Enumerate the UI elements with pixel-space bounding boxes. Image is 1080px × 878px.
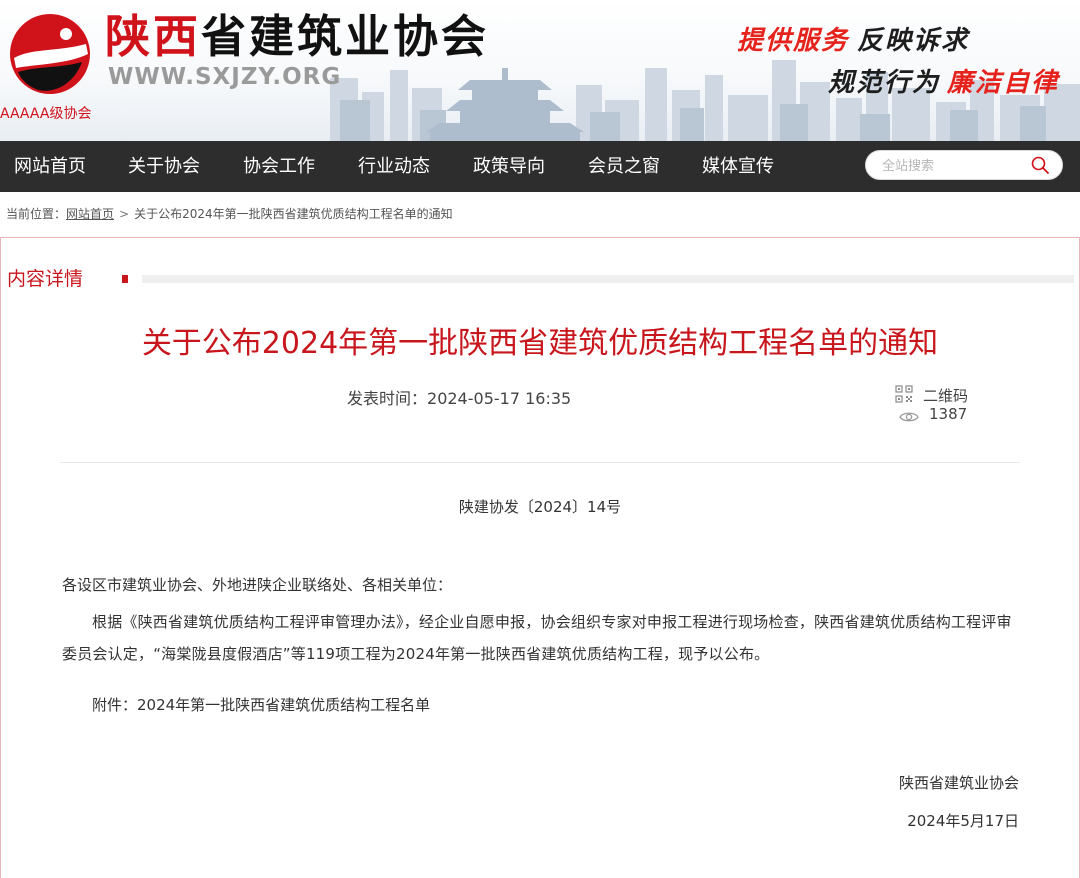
- breadcrumb-label: 当前位置：: [6, 207, 67, 221]
- article-salutation: 各设区市建筑业协会、外地进陕企业联络处、各相关单位：: [62, 576, 453, 594]
- view-count-icon: [899, 412, 919, 422]
- nav-item-industry-news[interactable]: 行业动态: [358, 141, 430, 192]
- article-body-paragraph: 根据《陕西省建筑优质结构工程评审管理办法》，经企业自愿申报，协会组织专家对申报工…: [62, 613, 1012, 663]
- site-header: 陕西省建筑业协会 WWW.SXJZY.ORG AAAAA级协会 提供服务 反映诉…: [0, 0, 1080, 141]
- breadcrumb: 当前位置：网站首页 > 关于公布2024年第一批陕西省建筑优质结构工程名单的通知: [6, 205, 453, 222]
- publish-time-label: 发表时间：: [347, 389, 428, 408]
- site-name-red: 陕西: [105, 10, 202, 63]
- qr-code-label[interactable]: 二维码: [923, 385, 968, 406]
- signature-organization: 陕西省建筑业协会: [898, 774, 1019, 792]
- breadcrumb-current: 关于公布2024年第一批陕西省建筑优质结构工程名单的通知: [134, 207, 453, 221]
- section-title: 内容详情: [7, 268, 84, 290]
- publish-info: 发表时间：2024-05-17 16:35: [347, 385, 571, 409]
- nav-item-work[interactable]: 协会工作: [243, 141, 315, 192]
- nav-item-members[interactable]: 会员之窗: [588, 141, 660, 192]
- breadcrumb-home-link[interactable]: 网站首页: [66, 207, 114, 221]
- slogan-integrity: 廉洁自律: [947, 68, 1060, 98]
- association-level-badge: AAAAA级协会: [0, 106, 92, 122]
- qr-code-icon[interactable]: [895, 385, 913, 403]
- section-divider: [142, 275, 1074, 283]
- nav-item-media[interactable]: 媒体宣传: [702, 141, 774, 192]
- attachment-link[interactable]: 附件：2024年第一批陕西省建筑优质结构工程名单: [92, 689, 430, 721]
- association-logo-icon: [10, 14, 90, 94]
- document-number: 陕建协发〔2024〕14号: [458, 498, 622, 516]
- site-domain: WWW.SXJZY.ORG: [108, 64, 342, 90]
- view-count: 1387: [929, 405, 968, 423]
- nav-item-about[interactable]: 关于协会: [128, 141, 200, 192]
- search-input[interactable]: [880, 155, 1024, 177]
- article-divider: [60, 462, 1020, 463]
- site-name: 陕西省建筑业协会: [105, 8, 489, 66]
- slogan-provide-service: 提供服务: [737, 26, 850, 56]
- slogan-standardize-conduct: 规范行为: [828, 68, 941, 98]
- slogan-reflect-demands: 反映诉求: [857, 26, 970, 56]
- site-search: [865, 150, 1063, 180]
- article-title: 关于公布2024年第一批陕西省建筑优质结构工程名单的通知: [141, 326, 939, 361]
- signature-date: 2024年5月17日: [907, 812, 1019, 830]
- nav-item-home[interactable]: 网站首页: [14, 141, 86, 192]
- publish-time: 2024-05-17 16:35: [427, 389, 572, 408]
- search-icon[interactable]: [1030, 155, 1050, 175]
- nav-item-policy[interactable]: 政策导向: [473, 141, 545, 192]
- site-name-black: 省建筑业协会: [201, 10, 490, 63]
- breadcrumb-separator: >: [119, 207, 130, 221]
- section-marker: [122, 275, 128, 283]
